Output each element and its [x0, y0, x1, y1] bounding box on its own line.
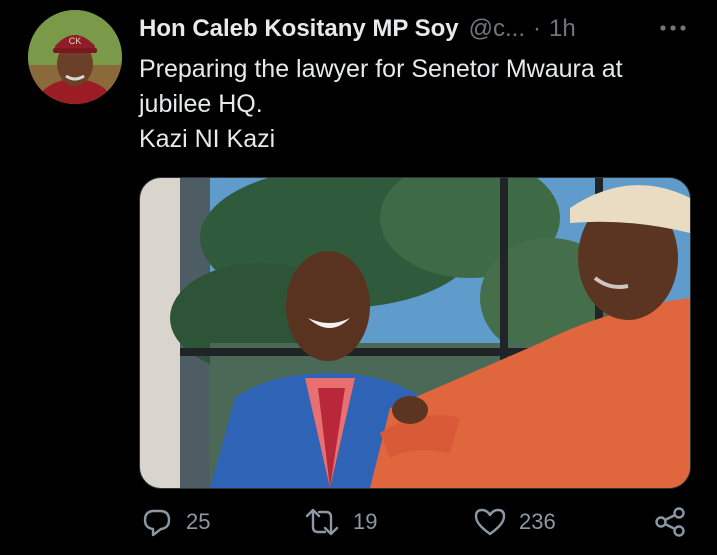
- tweet-text: Preparing the lawyer for Senetor Mwaura …: [139, 52, 699, 157]
- tweet-text-line: jubilee HQ.: [139, 90, 263, 118]
- avatar[interactable]: CK: [28, 10, 122, 104]
- timestamp[interactable]: 1h: [549, 15, 576, 43]
- reply-button[interactable]: 25: [140, 500, 210, 544]
- retweet-icon: [305, 508, 339, 536]
- tweet-text-line: Kazi NI Kazi: [139, 125, 276, 153]
- avatar-image: CK: [28, 10, 122, 104]
- tweet-photo[interactable]: [139, 177, 691, 489]
- retweet-button[interactable]: 19: [303, 500, 377, 544]
- separator-dot: ·: [533, 15, 541, 42]
- photo-illustration: [140, 178, 690, 488]
- share-button[interactable]: [652, 500, 688, 544]
- more-options-button[interactable]: [655, 14, 691, 42]
- reply-count: 25: [186, 509, 211, 534]
- like-button[interactable]: 236: [473, 500, 556, 544]
- tweet-header: Hon Caleb Kositany MP Soy @c... · 1h: [139, 14, 699, 44]
- cap-logo-text: CK: [69, 36, 82, 46]
- like-icon: [474, 508, 506, 536]
- reply-icon: [143, 509, 171, 537]
- tweet-text-line: Preparing the lawyer for Senetor Mwaura …: [139, 55, 623, 83]
- share-icon: [655, 507, 685, 537]
- author-name[interactable]: Hon Caleb Kositany MP Soy: [139, 15, 459, 43]
- tweet-actions: 25 19 236: [0, 500, 717, 544]
- like-count: 236: [519, 509, 556, 534]
- retweet-count: 19: [353, 509, 378, 534]
- author-handle[interactable]: @c...: [469, 15, 525, 43]
- more-icon: [660, 25, 686, 31]
